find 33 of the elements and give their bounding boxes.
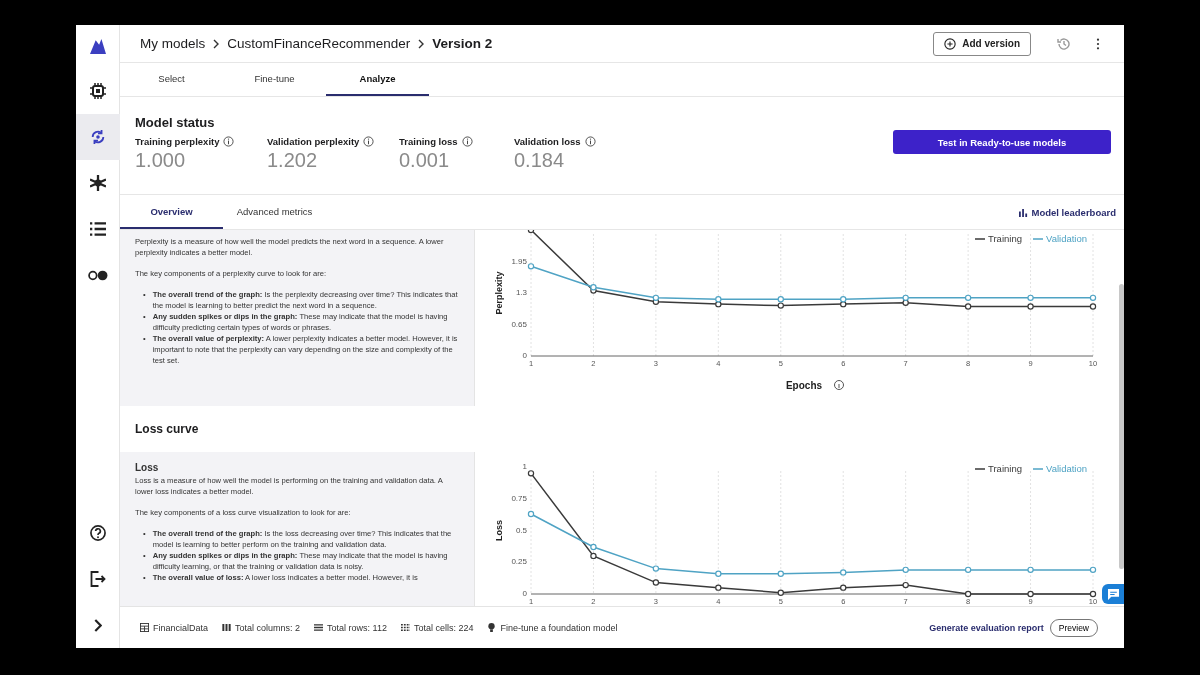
legend-label: Validation bbox=[1046, 463, 1088, 474]
y-tick-label: 0.25 bbox=[511, 557, 527, 567]
metric-value: 0.001 bbox=[399, 149, 451, 172]
y-tick-label: 0 bbox=[522, 589, 527, 599]
page-title: Version 2 bbox=[432, 36, 493, 51]
footer-info: FinancialData bbox=[153, 622, 209, 633]
metric-label: Validation perplexity bbox=[267, 136, 360, 147]
footer-info: Total cells: 224 bbox=[413, 622, 474, 633]
metric-label: Training perplexity bbox=[135, 136, 220, 147]
x-axis-title: Epochs bbox=[785, 380, 823, 391]
y-axis-title: Perplexity bbox=[494, 271, 504, 315]
legend-label: Training bbox=[988, 463, 1022, 474]
footer-info: Fine-tune a foundation model bbox=[500, 622, 618, 633]
footer-info: Total rows: 112 bbox=[327, 622, 387, 633]
y-tick-label: 0.5 bbox=[515, 525, 527, 535]
metric-value: 1.202 bbox=[267, 149, 319, 172]
metric-label: Training loss bbox=[399, 136, 458, 147]
footer-info: Total columns: 2 bbox=[235, 622, 301, 633]
y-tick-label: 0.75 bbox=[511, 493, 527, 503]
y-axis-title: Loss bbox=[494, 520, 504, 541]
metric-value: 0.184 bbox=[514, 149, 566, 172]
y-tick-label: 0 bbox=[522, 351, 527, 361]
y-tick-label: 1.95 bbox=[511, 256, 527, 266]
y-tick-label: 1 bbox=[522, 462, 527, 472]
subsection-title: Loss bbox=[135, 462, 160, 473]
y-tick-label: 0.65 bbox=[511, 319, 527, 329]
section-title: Model status bbox=[135, 115, 216, 130]
metric-label: Validation loss bbox=[514, 136, 581, 147]
legend-label: Validation bbox=[1046, 233, 1088, 244]
y-tick-label: 1.3 bbox=[515, 288, 527, 298]
legend-label: Training bbox=[988, 233, 1022, 244]
section-title: Loss curve bbox=[135, 422, 199, 437]
metric-value: 1.000 bbox=[135, 149, 187, 172]
